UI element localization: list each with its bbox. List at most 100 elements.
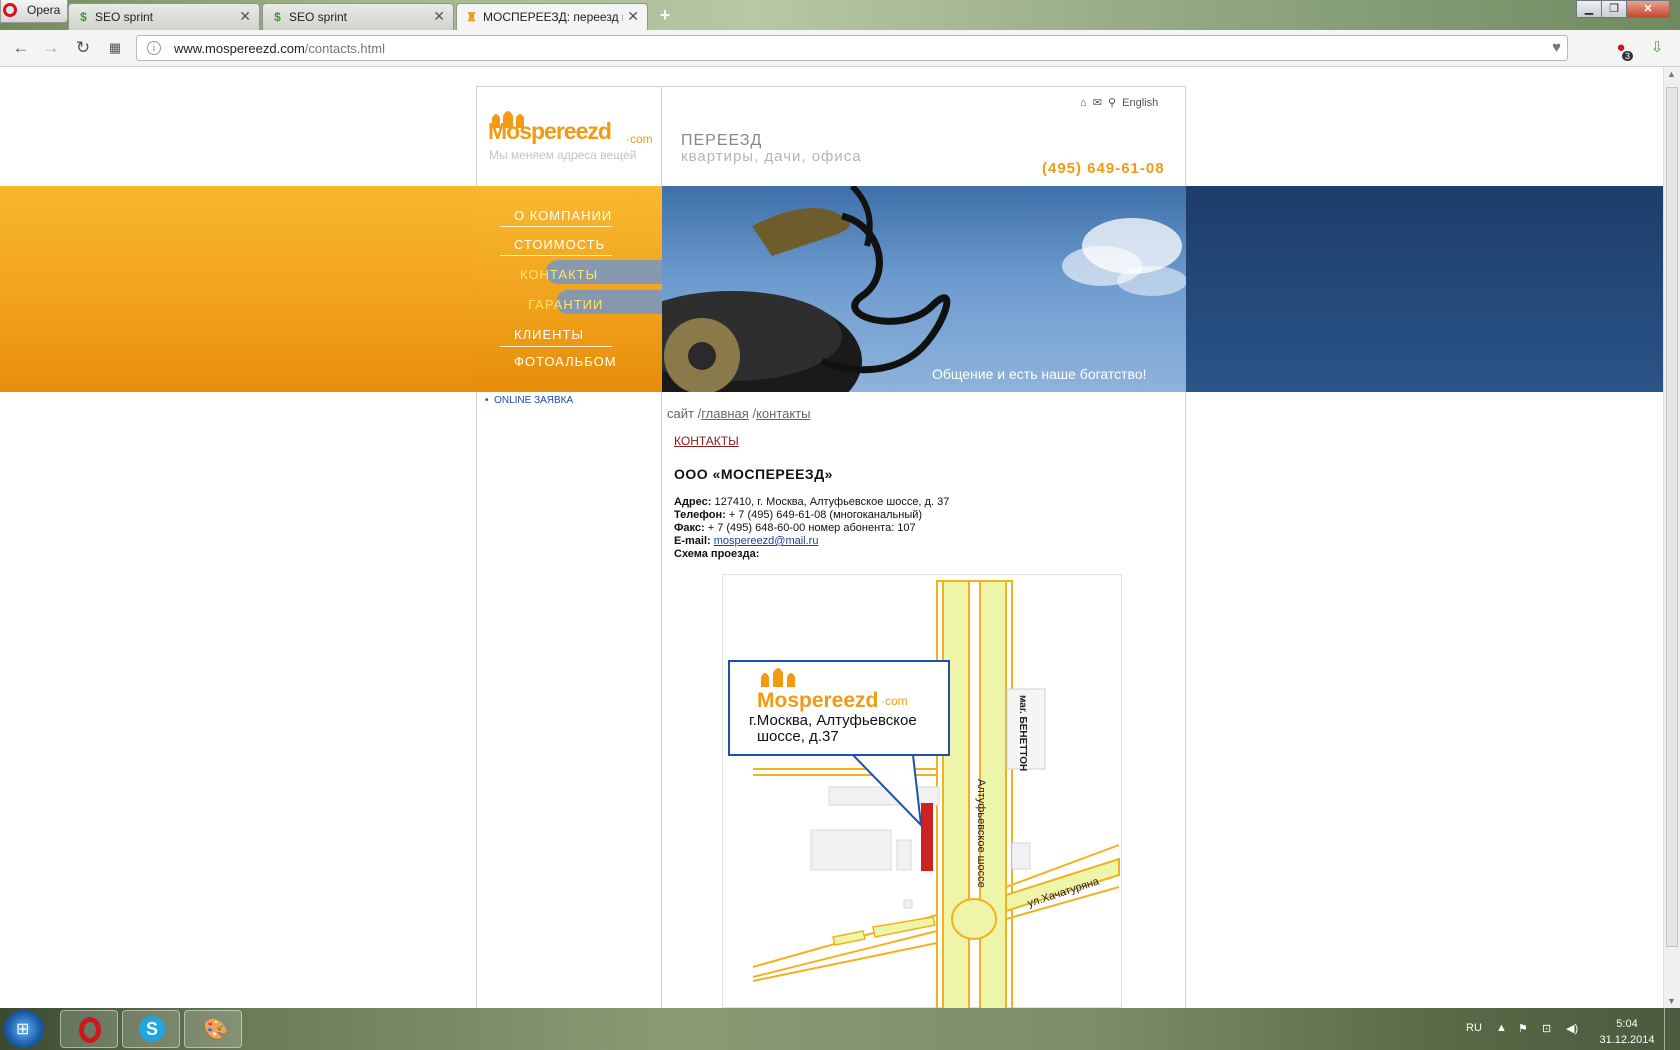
dollar-icon: $ <box>80 10 87 24</box>
address-line: Адрес: 127410, г. Москва, Алтуфьевское ш… <box>674 496 949 508</box>
menu-item-clients[interactable]: КЛИЕНТЫ <box>514 327 584 342</box>
email-link[interactable]: mospereezd@mail.ru <box>714 535 819 547</box>
moscow-domes-icon: ♜ <box>466 10 477 24</box>
menu-divider <box>500 255 612 256</box>
close-window-icon[interactable]: ✕ <box>1626 0 1670 18</box>
close-tab-icon[interactable]: ✕ <box>239 8 251 25</box>
map-label: Схема проезда: <box>674 548 760 560</box>
online-request-link[interactable]: • ONLINE ЗАЯВКА <box>485 395 573 406</box>
menu-item-pricing[interactable]: СТОИМОСТЬ <box>514 237 605 252</box>
phone-value: + 7 (495) 649-61-08 (многоканальный) <box>728 509 923 521</box>
opera-logo-icon <box>79 1017 101 1043</box>
menu-item-guarantees[interactable]: ГАРАНТИИ <box>528 297 603 312</box>
scroll-up-icon[interactable]: ▲ <box>1667 69 1676 79</box>
close-tab-icon[interactable]: ✕ <box>433 8 445 25</box>
taskbar-skype[interactable]: S <box>122 1010 180 1048</box>
callout-address-line2: шоссе, д.37 <box>757 728 839 745</box>
speed-dial-icon[interactable]: ▦ <box>105 38 125 58</box>
tab-seo-sprint-1[interactable]: $ SEO sprint ✕ <box>68 3 260 30</box>
route-map: маг. БЕНЕТТОН Mospereezd ·com г.Москва, … <box>722 574 1122 1012</box>
action-center-flag-icon[interactable]: ⚑ <box>1518 1022 1528 1035</box>
breadcrumb-home-link[interactable]: главная <box>701 406 749 421</box>
fax-line: Факс: + 7 (495) 648-60-00 номер абонента… <box>674 522 916 534</box>
site-logo[interactable]: Mospereezd ·com Мы меняем адреса вещей <box>488 106 658 166</box>
company-name: ООО «МОСПЕРЕЕЗД» <box>674 466 833 482</box>
phone-line: Телефон: + 7 (495) 649-61-08 (многоканал… <box>674 509 922 521</box>
fax-value: + 7 (495) 648-60-00 номер абонента: 107 <box>707 522 916 534</box>
mail-icon[interactable]: ✉ <box>1093 97 1102 109</box>
download-icon[interactable]: ⇩ <box>1648 39 1666 57</box>
taskbar-paint[interactable]: 🎨 <box>184 1010 242 1048</box>
site-info-icon[interactable]: i <box>147 41 161 55</box>
home-icon[interactable]: ⌂ <box>1080 97 1087 109</box>
reload-icon[interactable]: ↻ <box>73 38 93 58</box>
map-label-line: Схема проезда: <box>674 548 759 560</box>
tab-mospereezd[interactable]: ♜ МОСПЕРЕЕЗД: переезд к ✕ <box>456 3 648 30</box>
skype-icon: S <box>139 1016 165 1042</box>
start-button[interactable]: ⊞ <box>4 1010 44 1048</box>
header-phone: (495) 649-61-08 <box>1042 160 1165 177</box>
new-tab-icon[interactable]: + <box>656 6 674 24</box>
section-title[interactable]: КОНТАКТЫ <box>674 434 739 448</box>
header-icons: ⌂ ✉ ⚲ English <box>1080 96 1158 112</box>
search-icon[interactable]: ⚲ <box>1108 97 1116 109</box>
building <box>828 786 940 806</box>
phone-label: Телефон: <box>674 509 726 521</box>
page-scrollbar[interactable]: ▲ ▼ <box>1663 67 1680 1008</box>
dollar-icon: $ <box>274 10 281 24</box>
taskbar-opera[interactable] <box>60 1010 118 1048</box>
volume-icon[interactable]: ◀) <box>1566 1022 1578 1035</box>
main-road <box>936 580 1013 1012</box>
system-clock[interactable]: 5:04 31.12.2014 <box>1592 1016 1662 1048</box>
building <box>1011 842 1031 870</box>
header-subtitle: квартиры, дачи, офиса <box>681 148 862 165</box>
menu-item-contacts[interactable]: КОНТАКТЫ <box>520 267 598 282</box>
menu-item-photoalbum[interactable]: ФОТОАЛЬБОМ <box>514 354 617 369</box>
online-request-label: ONLINE ЗАЯВКА <box>494 395 574 406</box>
notification-badge: 3 <box>1622 51 1634 61</box>
url-host: www.mospereezd.com <box>174 41 305 56</box>
clock-date: 31.12.2014 <box>1599 1034 1655 1046</box>
bullet-icon: • <box>485 395 495 406</box>
show-desktop-button[interactable] <box>1664 1008 1680 1050</box>
close-tab-icon[interactable]: ✕ <box>627 8 639 25</box>
tab-label: SEO sprint <box>95 10 154 24</box>
tab-label: SEO sprint <box>289 10 348 24</box>
logo-domain: ·com <box>626 132 653 146</box>
email-line: E-mail: mospereezd@mail.ru <box>674 535 818 547</box>
scroll-down-icon[interactable]: ▼ <box>1667 996 1676 1006</box>
navigation-bar: ← → ↻ ▦ i www.mospereezd.com/contacts.ht… <box>0 30 1680 67</box>
orange-band <box>0 186 477 392</box>
forward-icon[interactable]: → <box>41 38 61 58</box>
main-road-label: Алтуфьевское шоссе <box>975 779 987 888</box>
minimize-icon[interactable]: ▁ <box>1576 0 1602 18</box>
telephone-illustration <box>662 186 1186 392</box>
windows-logo-icon: ⊞ <box>16 1021 30 1038</box>
blue-band <box>1186 186 1663 392</box>
language-indicator[interactable]: RU <box>1466 1022 1482 1034</box>
bookmark-heart-icon[interactable]: ♥ <box>1552 39 1561 56</box>
show-hidden-icons-icon[interactable]: ▲ <box>1496 1022 1507 1034</box>
english-link[interactable]: English <box>1122 97 1158 109</box>
back-icon[interactable]: ← <box>11 38 31 58</box>
windows-taskbar <box>0 1008 1680 1050</box>
menu-item-about[interactable]: О КОМПАНИИ <box>514 208 612 223</box>
address-value: 127410, г. Москва, Алтуфьевское шоссе, д… <box>714 496 950 508</box>
building <box>903 899 913 909</box>
lower-road <box>752 914 938 982</box>
callout-address-line1: г.Москва, Алтуфьевское <box>749 712 917 729</box>
opera-menu-button[interactable]: Opera <box>0 0 68 23</box>
address-label: Адрес: <box>674 496 712 508</box>
tab-seo-sprint-2[interactable]: $ SEO sprint ✕ <box>262 3 454 30</box>
network-icon[interactable]: ⊡ <box>1542 1022 1551 1035</box>
address-bar[interactable]: i www.mospereezd.com/contacts.html ♥ <box>136 35 1568 61</box>
maximize-icon[interactable]: ❐ <box>1601 0 1627 18</box>
roundabout <box>951 898 997 940</box>
map-logo-text: Mospereezd <box>757 689 878 712</box>
menu-divider <box>500 346 612 347</box>
breadcrumb-current-link[interactable]: контакты <box>756 406 810 421</box>
paint-palette-icon: 🎨 <box>203 1019 228 1041</box>
url-path: /contacts.html <box>304 41 385 56</box>
tab-label: МОСПЕРЕЕЗД: переезд к <box>483 10 623 24</box>
scrollbar-thumb[interactable] <box>1666 87 1678 947</box>
